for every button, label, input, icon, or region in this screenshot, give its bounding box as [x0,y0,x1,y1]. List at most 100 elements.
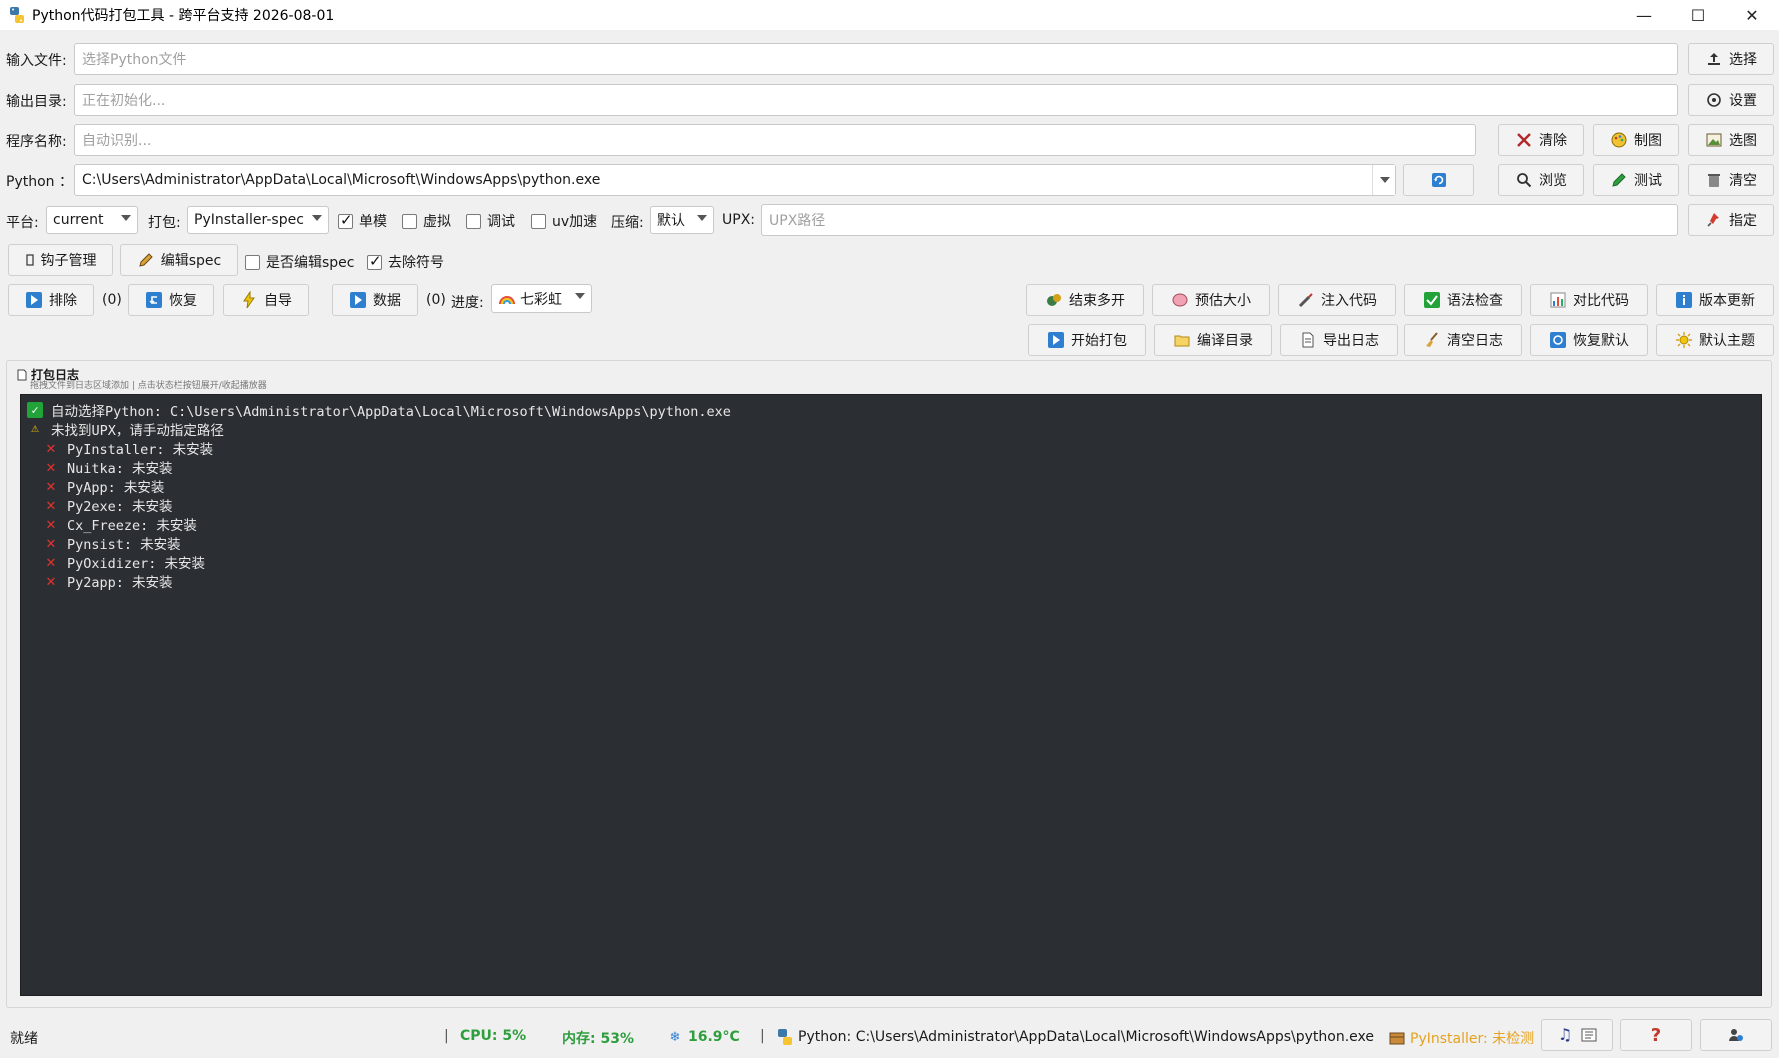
version-update-button[interactable]: 版本更新 [1656,284,1774,316]
pin-icon [1705,211,1723,229]
assign-upx-button[interactable]: 指定 [1688,204,1774,236]
window-title: Python代码打包工具 - 跨平台支持 2026-08-01 [32,8,335,24]
upload-icon [1705,50,1723,68]
syntax-check-button[interactable]: 语法检查 [1404,284,1522,316]
package-icon [1388,1029,1406,1047]
edit-spec-checkbox[interactable]: 是否编辑spec [245,252,355,272]
data-button[interactable]: 数据 [332,284,418,316]
pack-select[interactable]: PyInstaller-spec [187,206,329,234]
uv-label: uv加速 [552,214,598,230]
exclude-button[interactable]: 排除 [8,284,94,316]
program-name-label: 程序名称: [6,134,67,150]
check-icon: ✓ [27,401,43,418]
inject-code-button[interactable]: 注入代码 [1278,284,1396,316]
data-count: (0) [426,292,446,308]
python-path-combo[interactable]: C:\Users\Administrator\AppData\Local\Mic… [74,164,1396,196]
strip-symbols-checkbox[interactable]: 去除符号 [367,252,444,272]
help-button[interactable]: ? [1620,1019,1692,1051]
log-line: ✕ Py2exe: 未安装 [21,495,1761,515]
output-dir-field[interactable]: 正在初始化... [74,84,1678,116]
checkbox-box[interactable] [531,213,546,229]
settings-button[interactable]: 设置 [1688,84,1774,116]
restore-button[interactable]: 恢复 [128,284,214,316]
compare-code-button[interactable]: 对比代码 [1530,284,1648,316]
log-console[interactable]: ✓ 自动选择Python: C:\Users\Administrator\AppD… [20,394,1762,996]
default-theme-label: 默认主题 [1699,333,1755,349]
status-separator: | [444,1028,449,1044]
clear-log-button[interactable]: 清空日志 [1404,324,1522,356]
clear-name-label: 清除 [1539,133,1567,149]
python-logo-icon [776,1028,794,1046]
make-icon-label: 制图 [1634,133,1662,149]
start-build-button[interactable]: 开始打包 [1028,324,1146,356]
clear-name-button[interactable]: 清除 [1498,124,1584,156]
browse-python-button[interactable]: 浏览 [1498,164,1584,196]
uv-checkbox[interactable]: uv加速 [531,211,597,231]
progress-label: 进度: [451,295,484,311]
refresh-python-button[interactable] [1403,164,1474,196]
pack-value: PyInstaller-spec [194,212,304,228]
select-file-label: 选择 [1729,52,1757,68]
pick-icon-button[interactable]: 选图 [1688,124,1774,156]
restore-default-button[interactable]: 恢复默认 [1530,324,1648,356]
music-icon: ♫ [1557,1025,1573,1044]
empty-python-button[interactable]: 清空 [1688,164,1774,196]
image-icon [1705,131,1723,149]
upx-path-field[interactable]: UPX路径 [761,204,1678,236]
log-line: ✕ Py2app: 未安装 [21,571,1761,591]
python-label: Python ： [6,174,73,190]
close-button[interactable]: ✕ [1725,0,1779,30]
program-name-field[interactable]: 自动识别... [74,124,1476,156]
test-python-button[interactable]: 测试 [1593,164,1679,196]
export-log-button[interactable]: 导出日志 [1280,324,1398,356]
checkbox-box[interactable] [466,213,481,229]
single-label: 单模 [359,214,387,230]
minimize-button[interactable]: — [1617,0,1671,30]
estimate-size-button[interactable]: 预估大小 [1152,284,1270,316]
play-icon [25,291,43,309]
error-x-icon: ✕ [46,533,56,552]
log-line: ✕ PyInstaller: 未安装 [21,438,1761,458]
compress-value: 默认 [657,213,685,229]
single-checkbox[interactable]: 单模 [338,211,387,231]
build-dir-button[interactable]: 编译目录 [1154,324,1272,356]
input-file-label: 输入文件: [6,53,67,69]
maximize-button[interactable]: ☐ [1671,0,1725,30]
trash-icon [1705,171,1723,189]
debug-checkbox[interactable]: 调试 [466,211,515,231]
default-theme-button[interactable]: 默认主题 [1656,324,1774,356]
edit-spec-label: 编辑spec [160,253,222,269]
settings-status-button[interactable] [1700,1019,1772,1051]
checkbox-box[interactable] [402,213,417,229]
checkbox-box[interactable] [367,252,382,270]
auto-import-button[interactable]: 自导 [223,284,309,316]
status-pyinstaller: PyInstaller: 未检测 [1388,1028,1534,1048]
virtual-label: 虚拟 [423,214,451,230]
start-build-label: 开始打包 [1071,333,1127,349]
virtual-checkbox[interactable]: 虚拟 [402,211,451,231]
make-icon-button[interactable]: 制图 [1593,124,1679,156]
error-x-icon: ✕ [46,438,56,457]
edit-spec-button[interactable]: 编辑spec [120,244,238,276]
status-python: Python: C:\Users\Administrator\AppData\L… [776,1028,1374,1046]
select-file-button[interactable]: 选择 [1688,43,1774,75]
snowflake-icon: ❄ [669,1029,681,1045]
clear-log-label: 清空日志 [1447,333,1503,349]
compress-select[interactable]: 默认 [650,206,714,234]
python-combo-dropdown[interactable] [1372,165,1395,195]
broom-icon [1423,331,1441,349]
brain-icon [1171,291,1189,309]
checkbox-box[interactable] [245,254,260,270]
chevron-down-icon [1380,177,1390,183]
progress-style-select[interactable]: 七彩虹 [491,284,592,313]
input-file-field[interactable]: 选择Python文件 [74,43,1678,75]
music-player-button[interactable]: ♫ [1541,1019,1613,1051]
hooks-manager-button[interactable]: 钩子管理 [8,244,113,276]
end-multi-button[interactable]: 结束多开 [1026,284,1144,316]
platform-select[interactable]: current [46,206,138,234]
checkbox-box[interactable] [338,211,353,229]
hook-icon [25,251,35,269]
log-file-icon [16,369,28,381]
user-gear-icon [1727,1026,1745,1044]
log-line: ✕ Cx_Freeze: 未安装 [21,514,1761,534]
